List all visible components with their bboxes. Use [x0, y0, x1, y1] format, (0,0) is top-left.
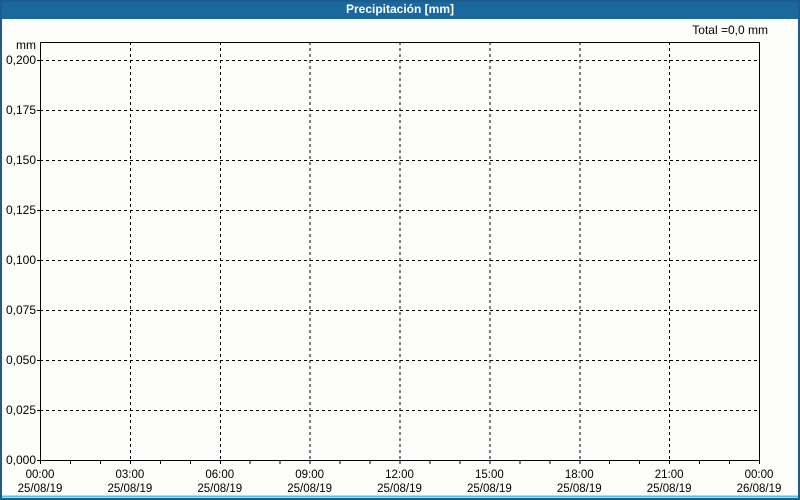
y-tick-label: 0,200 — [6, 53, 36, 67]
x-time-label: 18:00 — [565, 469, 594, 481]
x-date-label: 25/08/19 — [557, 483, 602, 495]
x-date-label: 25/08/19 — [197, 483, 242, 495]
x-time-label: 03:00 — [115, 469, 144, 481]
window-border — [0, 0, 800, 500]
chart-title: Precipitación [mm] — [345, 2, 455, 16]
y-tick-label: 0,075 — [6, 303, 36, 317]
x-date-label: 25/08/19 — [377, 483, 422, 495]
x-date-label: 25/08/19 — [107, 483, 152, 495]
total-precipitation-label: Total =0,0 mm — [692, 23, 768, 37]
plot-frame — [40, 42, 760, 461]
y-tick-label: 0,150 — [6, 153, 36, 167]
x-time-label: 00:00 — [26, 469, 55, 481]
x-date-label: 26/08/19 — [737, 483, 782, 495]
x-time-label: 12:00 — [385, 469, 414, 481]
chart-title-bar: Precipitación [mm] — [0, 0, 800, 19]
y-tick-label: 0,000 — [6, 453, 36, 467]
x-time-label: 21:00 — [655, 469, 684, 481]
y-tick-label: 0,050 — [6, 353, 36, 367]
x-date-label: 25/08/19 — [467, 483, 512, 495]
x-time-label: 00:00 — [745, 469, 774, 481]
y-tick-label: 0,125 — [6, 203, 36, 217]
x-time-label: 06:00 — [205, 469, 234, 481]
y-tick-label: 0,175 — [6, 103, 36, 117]
x-time-label: 15:00 — [475, 469, 504, 481]
x-time-label: 09:00 — [295, 469, 324, 481]
y-axis-unit-label: mm — [16, 38, 36, 52]
x-date-label: 25/08/19 — [287, 483, 332, 495]
y-tick-label: 0,100 — [6, 253, 36, 267]
precipitation-chart-window: Precipitación [mm] Total =0,0 mm 0,200 0,… — [0, 0, 800, 500]
x-date-label: 25/08/19 — [647, 483, 692, 495]
x-date-label: 25/08/19 — [18, 483, 63, 495]
y-tick-label: 0,025 — [6, 403, 36, 417]
precipitation-chart: 0,200 0,175 0,150 0,125 0,100 0,075 0,050 0,025… — [0, 0, 800, 500]
